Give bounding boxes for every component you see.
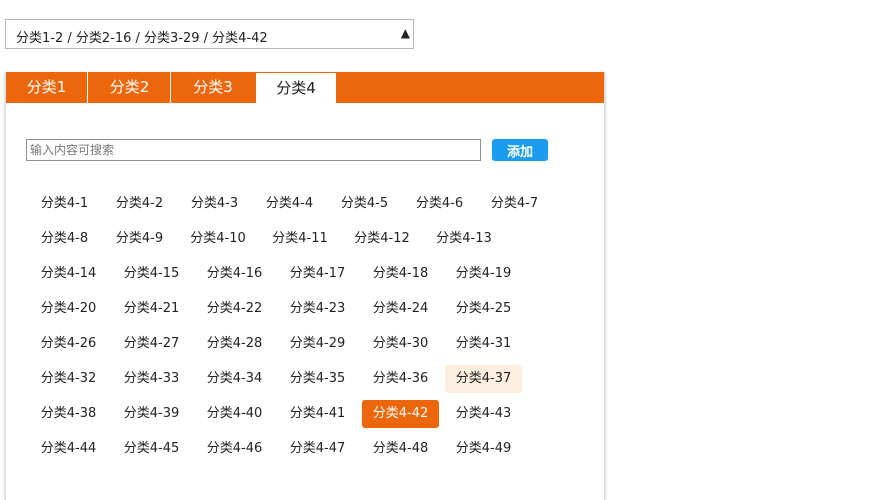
category-tag-item[interactable]: 分类4-7 bbox=[480, 190, 549, 218]
category-tag-item[interactable]: 分类4-39 bbox=[113, 400, 190, 428]
category-tag-item[interactable]: 分类4-38 bbox=[30, 400, 107, 428]
category-tag-item[interactable]: 分类4-20 bbox=[30, 295, 107, 323]
category-tag-item[interactable]: 分类4-36 bbox=[362, 365, 439, 393]
category-tag-item[interactable]: 分类4-30 bbox=[362, 330, 439, 358]
triangle-up-icon[interactable]: ▲ bbox=[401, 26, 410, 40]
category-tag-item[interactable]: 分类4-5 bbox=[330, 190, 399, 218]
category-tag-item[interactable]: 分类4-19 bbox=[445, 260, 522, 288]
category-tag-item[interactable]: 分类4-22 bbox=[196, 295, 273, 323]
cascader-select[interactable]: 分类1-2 / 分类2-16 / 分类3-29 / 分类4-42 ▲ bbox=[5, 19, 414, 49]
category-tag-item[interactable]: 分类4-35 bbox=[279, 365, 356, 393]
category-tag-item[interactable]: 分类4-21 bbox=[113, 295, 190, 323]
category-tag-item[interactable]: 分类4-3 bbox=[180, 190, 249, 218]
category-tag-item[interactable]: 分类4-48 bbox=[362, 435, 439, 463]
category-tag-item[interactable]: 分类4-45 bbox=[113, 435, 190, 463]
category-tag-item[interactable]: 分类4-41 bbox=[279, 400, 356, 428]
category-tag-item[interactable]: 分类4-40 bbox=[196, 400, 273, 428]
category-tag-item[interactable]: 分类4-26 bbox=[30, 330, 107, 358]
category-tag-item[interactable]: 分类4-46 bbox=[196, 435, 273, 463]
category-tag-item[interactable]: 分类4-27 bbox=[113, 330, 190, 358]
category-tag-item[interactable]: 分类4-34 bbox=[196, 365, 273, 393]
category-tag-item[interactable]: 分类4-6 bbox=[405, 190, 474, 218]
tab-category-2[interactable]: 分类2 bbox=[89, 72, 171, 103]
category-tag-item[interactable]: 分类4-28 bbox=[196, 330, 273, 358]
category-tag-item[interactable]: 分类4-2 bbox=[105, 190, 174, 218]
category-tag-item[interactable]: 分类4-1 bbox=[30, 190, 99, 218]
category-tag-item[interactable]: 分类4-10 bbox=[180, 225, 256, 253]
category-tag-item[interactable]: 分类4-16 bbox=[196, 260, 273, 288]
category-tag-item[interactable]: 分类4-4 bbox=[255, 190, 324, 218]
category-tag-item[interactable]: 分类4-33 bbox=[113, 365, 190, 393]
category-tag-item[interactable]: 分类4-29 bbox=[279, 330, 356, 358]
tab-category-4[interactable]: 分类4 bbox=[255, 72, 337, 103]
category-tag-item[interactable]: 分类4-14 bbox=[30, 260, 107, 288]
category-tag-item[interactable]: 分类4-9 bbox=[105, 225, 174, 253]
category-tag-item[interactable]: 分类4-42 bbox=[362, 400, 439, 428]
category-tag-item[interactable]: 分类4-15 bbox=[113, 260, 190, 288]
category-tag-item[interactable]: 分类4-17 bbox=[279, 260, 356, 288]
tab-category-3[interactable]: 分类3 bbox=[172, 72, 254, 103]
cascader-selected-value: 分类1-2 / 分类2-16 / 分类3-29 / 分类4-42 bbox=[16, 31, 268, 46]
category-tag-item[interactable]: 分类4-44 bbox=[30, 435, 107, 463]
search-input[interactable] bbox=[26, 139, 481, 161]
category-tag-item[interactable]: 分类4-24 bbox=[362, 295, 439, 323]
category-tag-item[interactable]: 分类4-23 bbox=[279, 295, 356, 323]
category-tag-item[interactable]: 分类4-32 bbox=[30, 365, 107, 393]
tab-category-1[interactable]: 分类1 bbox=[6, 72, 88, 103]
category-tag-item[interactable]: 分类4-47 bbox=[279, 435, 356, 463]
category-tag-item[interactable]: 分类4-11 bbox=[262, 225, 338, 253]
add-button[interactable]: 添加 bbox=[492, 139, 548, 161]
category-tag-item[interactable]: 分类4-8 bbox=[30, 225, 99, 253]
category-tag-item[interactable]: 分类4-37 bbox=[445, 365, 522, 393]
category-tag-item[interactable]: 分类4-43 bbox=[445, 400, 522, 428]
category-tag-item[interactable]: 分类4-13 bbox=[426, 225, 502, 253]
category-tag-item[interactable]: 分类4-18 bbox=[362, 260, 439, 288]
category-tag-item[interactable]: 分类4-25 bbox=[445, 295, 522, 323]
tab-bar: 分类1 分类2 分类3 分类4 bbox=[6, 72, 604, 103]
category-tag-item[interactable]: 分类4-12 bbox=[344, 225, 420, 253]
cascader-panel: 分类1 分类2 分类3 分类4 添加 分类4-1分类4-2分类4-3分类4-4分… bbox=[5, 72, 605, 500]
category-tag-item[interactable]: 分类4-31 bbox=[445, 330, 522, 358]
category-tag-item[interactable]: 分类4-49 bbox=[445, 435, 522, 463]
